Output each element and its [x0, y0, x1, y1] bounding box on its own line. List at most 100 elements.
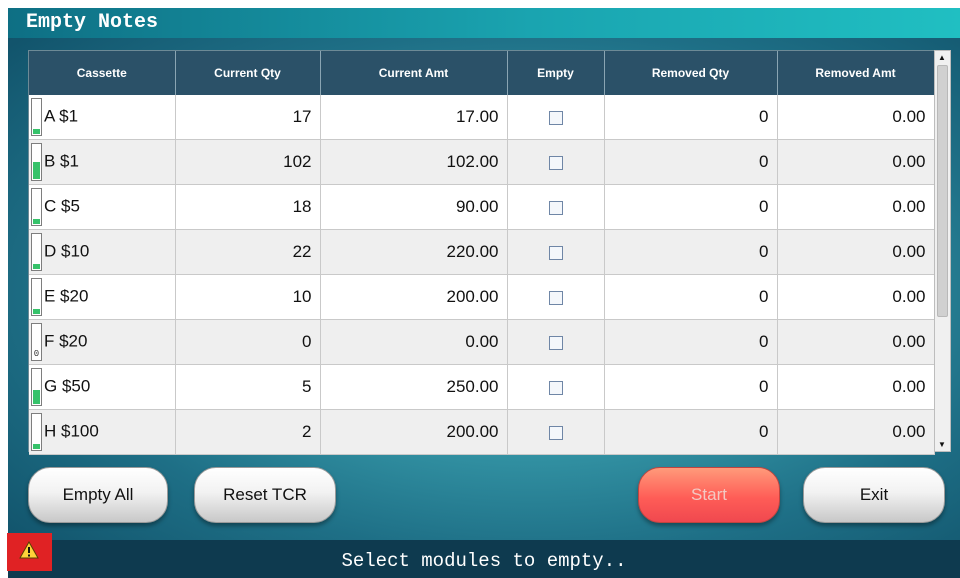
current-qty-cell[interactable]: 18	[175, 184, 321, 230]
empty-cell[interactable]	[507, 319, 605, 365]
empty-checkbox[interactable]	[548, 155, 563, 170]
column-header-removed-qty[interactable]: Removed Qty	[604, 51, 778, 95]
empty-checkbox[interactable]	[548, 290, 563, 305]
cassette-level-meter	[31, 368, 42, 406]
table-row[interactable]: E $20 10 200.00 0 0.00	[29, 274, 935, 320]
column-header-empty[interactable]: Empty	[507, 51, 605, 95]
cassette-level-meter	[31, 233, 42, 271]
scroll-up-arrow-icon[interactable]: ▲	[938, 53, 946, 62]
cassette-level-meter	[31, 143, 42, 181]
removed-amt-cell[interactable]: 0.00	[777, 139, 935, 185]
current-amt-cell[interactable]: 250.00	[320, 364, 508, 410]
cassette-label: D $10	[44, 241, 90, 261]
table-row[interactable]: 0 F $20 0 0.00 0 0.00	[29, 319, 935, 365]
removed-amt-cell[interactable]: 0.00	[777, 319, 935, 365]
empty-cell[interactable]	[507, 409, 605, 455]
cassette-cell[interactable]: C $5	[29, 184, 176, 230]
cassette-cell[interactable]: E $20	[29, 274, 176, 320]
current-amt-cell[interactable]: 220.00	[320, 229, 508, 275]
empty-checkbox[interactable]	[548, 425, 563, 440]
column-header-current-amt[interactable]: Current Amt	[320, 51, 508, 95]
current-qty-cell[interactable]: 5	[175, 364, 321, 410]
removed-qty-cell[interactable]: 0	[604, 139, 778, 185]
empty-checkbox[interactable]	[548, 245, 563, 260]
level-fill	[33, 444, 40, 449]
current-qty-cell[interactable]: 2	[175, 409, 321, 455]
removed-amt-cell[interactable]: 0.00	[777, 229, 935, 275]
cassette-level-meter	[31, 188, 42, 226]
table-row[interactable]: H $100 2 200.00 0 0.00	[29, 409, 935, 455]
empty-checkbox[interactable]	[548, 380, 563, 395]
warning-button[interactable]	[7, 533, 52, 571]
removed-qty-cell[interactable]: 0	[604, 229, 778, 275]
cassette-label: F $20	[44, 331, 88, 351]
level-fill	[33, 264, 40, 269]
cassette-cell[interactable]: G $50	[29, 364, 176, 410]
empty-cell[interactable]	[507, 229, 605, 275]
scroll-down-arrow-icon[interactable]: ▼	[938, 440, 946, 449]
cassette-level-meter	[31, 278, 42, 316]
current-qty-cell[interactable]: 0	[175, 319, 321, 365]
warning-icon	[19, 541, 39, 559]
cassette-table: Cassette Current Qty Current Amt Empty R…	[28, 50, 935, 455]
current-amt-cell[interactable]: 200.00	[320, 274, 508, 320]
removed-qty-cell[interactable]: 0	[604, 184, 778, 230]
current-amt-cell[interactable]: 0.00	[320, 319, 508, 365]
removed-amt-cell[interactable]: 0.00	[777, 95, 935, 140]
current-amt-cell[interactable]: 200.00	[320, 409, 508, 455]
cassette-label: B $1	[44, 151, 79, 171]
current-qty-cell[interactable]: 102	[175, 139, 321, 185]
table-row[interactable]: A $1 17 17.00 0 0.00	[29, 95, 935, 140]
removed-amt-cell[interactable]: 0.00	[777, 409, 935, 455]
status-bar: Select modules to empty..	[8, 540, 960, 578]
scrollbar-thumb[interactable]	[937, 65, 948, 317]
removed-qty-cell[interactable]: 0	[604, 274, 778, 320]
empty-cell[interactable]	[507, 184, 605, 230]
current-amt-cell[interactable]: 90.00	[320, 184, 508, 230]
empty-checkbox[interactable]	[548, 110, 563, 125]
level-fill	[33, 219, 40, 224]
empty-cell[interactable]	[507, 139, 605, 185]
table-row[interactable]: B $1 102 102.00 0 0.00	[29, 139, 935, 185]
current-amt-cell[interactable]: 102.00	[320, 139, 508, 185]
table-row[interactable]: D $10 22 220.00 0 0.00	[29, 229, 935, 275]
table-scrollbar[interactable]: ▲ ▼	[934, 50, 951, 452]
current-qty-cell[interactable]: 10	[175, 274, 321, 320]
current-qty-cell[interactable]: 17	[175, 95, 321, 140]
cassette-cell[interactable]: D $10	[29, 229, 176, 275]
exit-button[interactable]: Exit	[803, 467, 945, 523]
reset-tcr-button[interactable]: Reset TCR	[194, 467, 336, 523]
cassette-cell[interactable]: B $1	[29, 139, 176, 185]
column-header-cassette[interactable]: Cassette	[29, 51, 176, 95]
removed-amt-cell[interactable]: 0.00	[777, 184, 935, 230]
removed-amt-cell[interactable]: 0.00	[777, 274, 935, 320]
cassette-cell[interactable]: H $100	[29, 409, 176, 455]
removed-amt-cell[interactable]: 0.00	[777, 364, 935, 410]
empty-all-button[interactable]: Empty All	[28, 467, 168, 523]
status-message: Select modules to empty..	[341, 550, 627, 572]
table-row[interactable]: C $5 18 90.00 0 0.00	[29, 184, 935, 230]
column-header-removed-amt[interactable]: Removed Amt	[777, 51, 935, 95]
table-row[interactable]: G $50 5 250.00 0 0.00	[29, 364, 935, 410]
empty-cell[interactable]	[507, 364, 605, 410]
removed-qty-cell[interactable]: 0	[604, 409, 778, 455]
cassette-cell[interactable]: A $1	[29, 95, 176, 140]
app-window: Empty Notes Cassette Current Qty Current…	[8, 8, 960, 578]
start-button[interactable]: Start	[638, 467, 780, 523]
level-fill	[33, 309, 40, 314]
column-header-current-qty[interactable]: Current Qty	[175, 51, 321, 95]
empty-checkbox[interactable]	[548, 335, 563, 350]
empty-level-indicator: 0	[33, 349, 40, 359]
removed-qty-cell[interactable]: 0	[604, 319, 778, 365]
empty-checkbox[interactable]	[548, 200, 563, 215]
current-qty-cell[interactable]: 22	[175, 229, 321, 275]
empty-cell[interactable]	[507, 274, 605, 320]
cassette-label: A $1	[44, 106, 79, 126]
removed-qty-cell[interactable]: 0	[604, 364, 778, 410]
cassette-cell[interactable]: 0 F $20	[29, 319, 176, 365]
cassette-level-meter: 0	[31, 323, 42, 361]
empty-cell[interactable]	[507, 95, 605, 140]
removed-qty-cell[interactable]: 0	[604, 95, 778, 140]
current-amt-cell[interactable]: 17.00	[320, 95, 508, 140]
cassette-label: C $5	[44, 196, 80, 216]
